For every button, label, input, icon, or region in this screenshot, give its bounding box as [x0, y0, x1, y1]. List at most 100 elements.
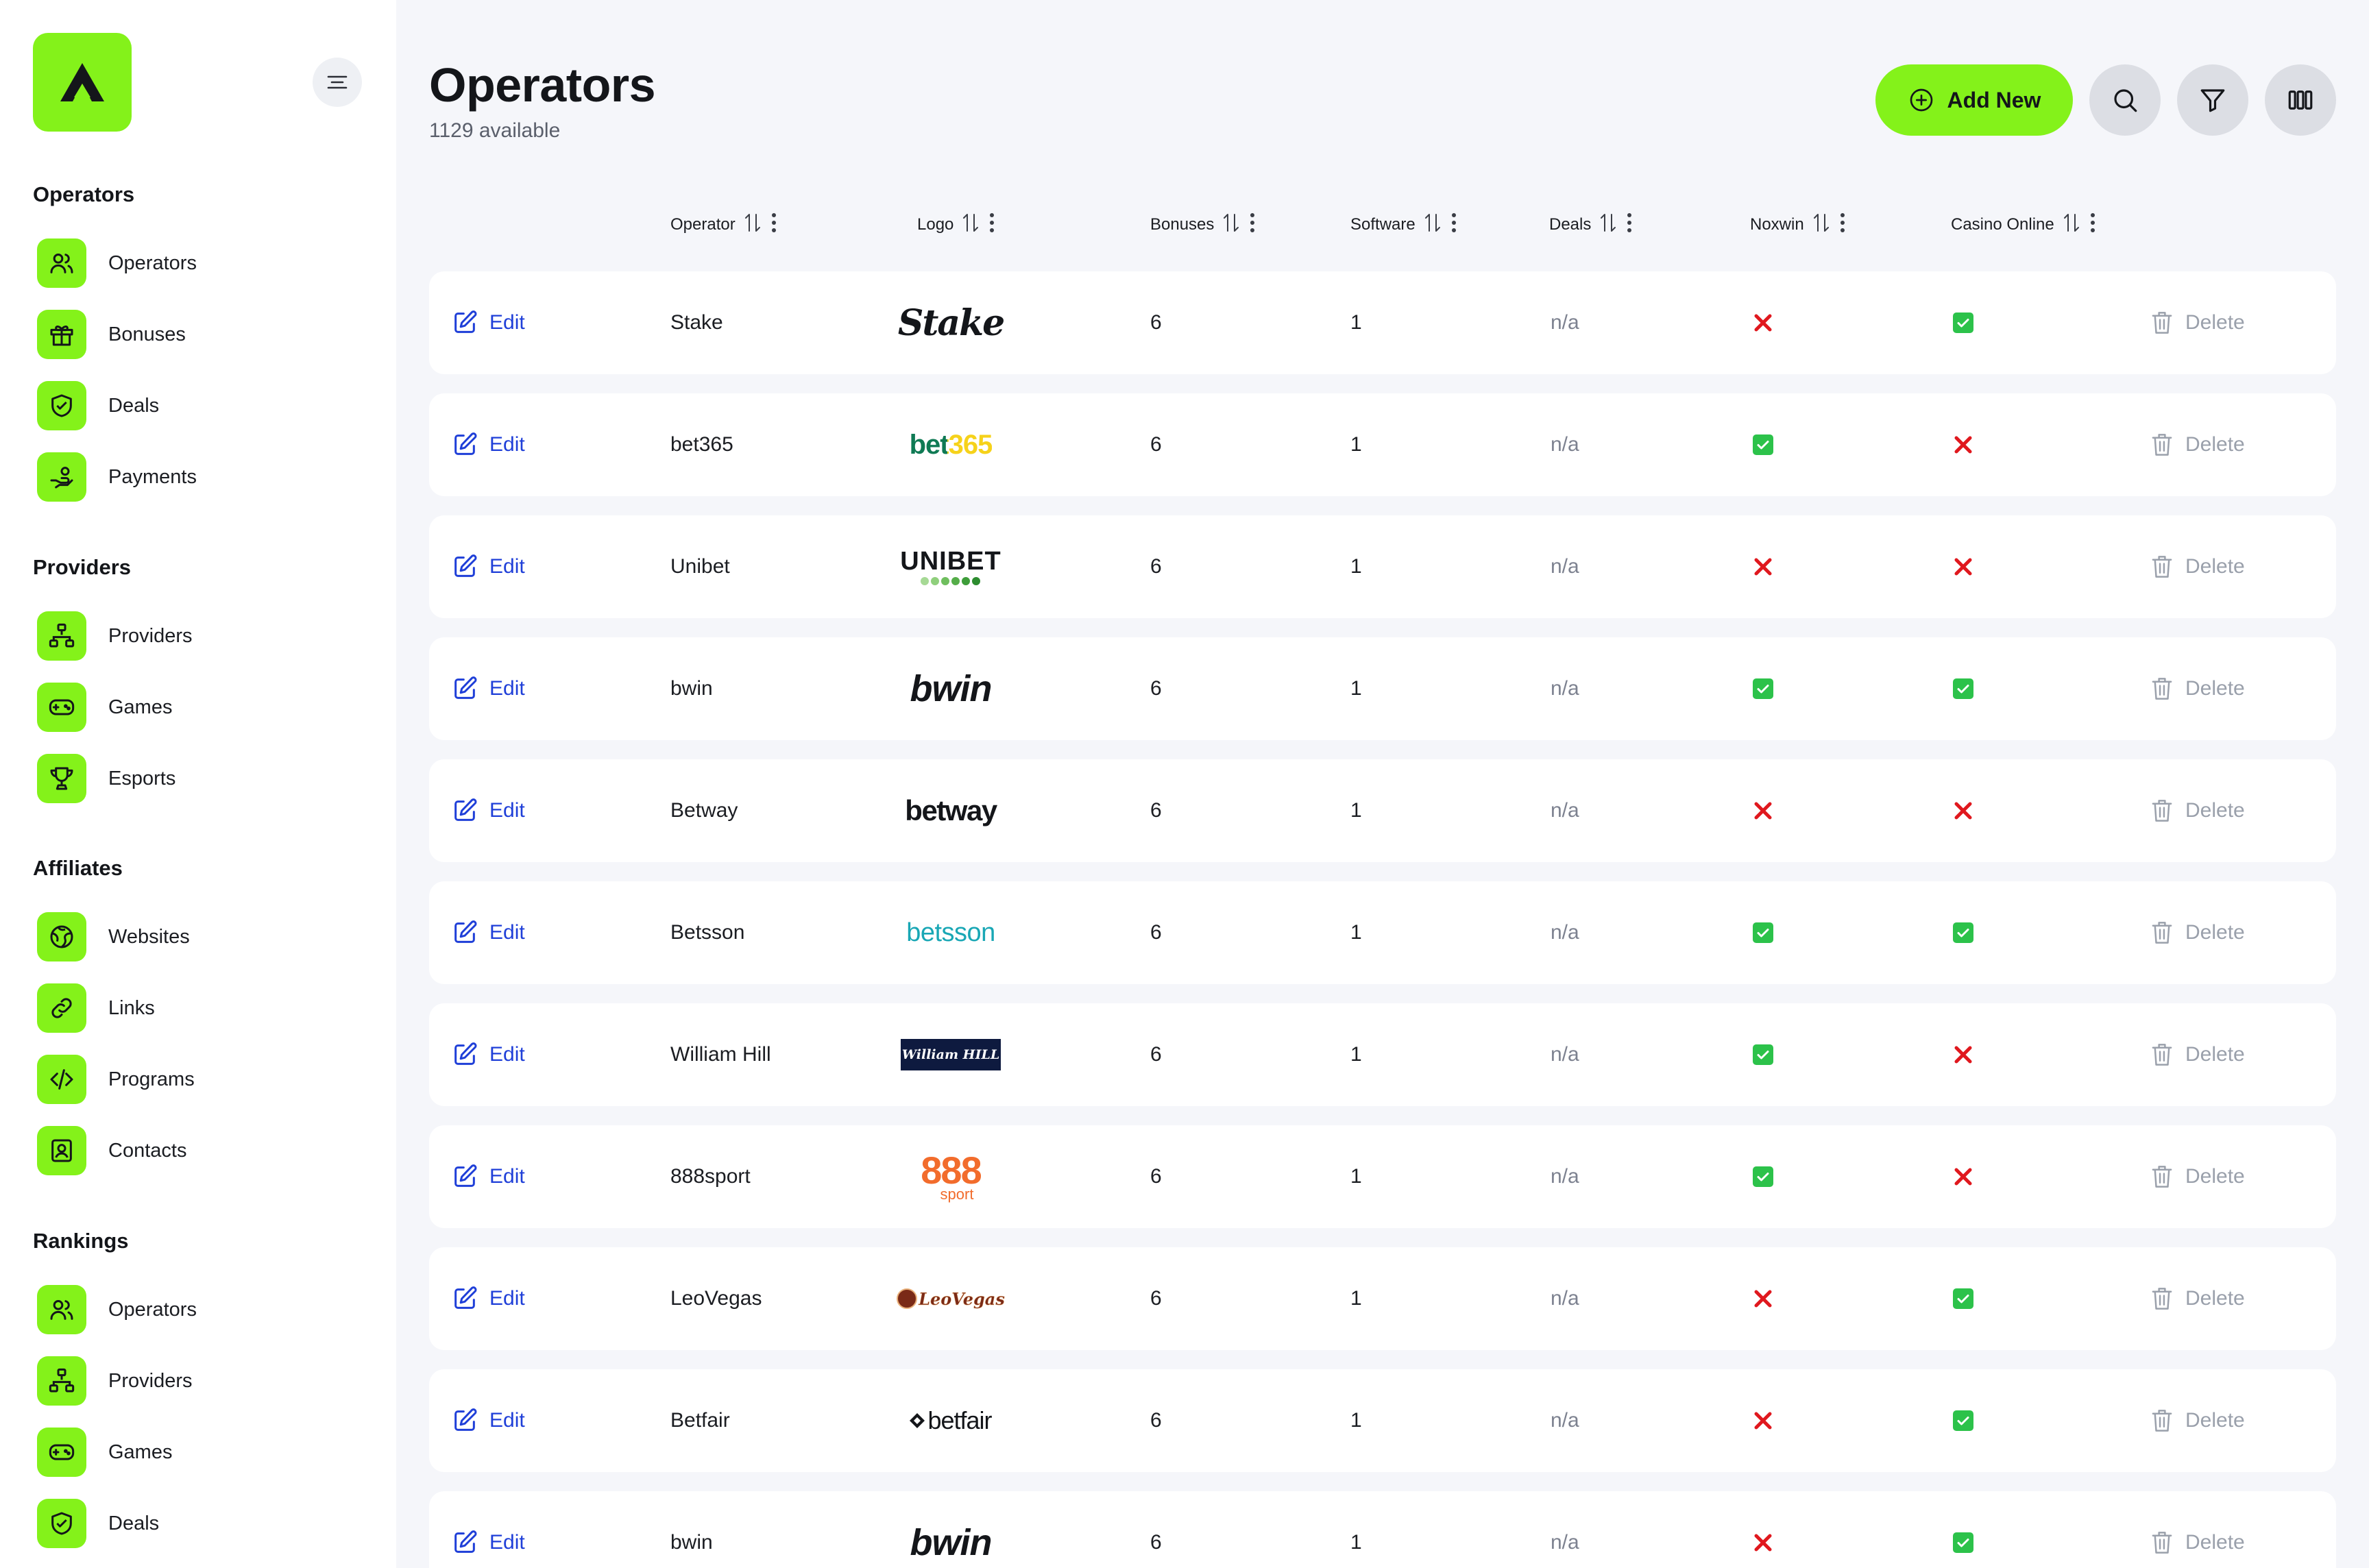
sidebar-item-rankings-deals[interactable]: Deals — [33, 1488, 376, 1559]
edit-button[interactable]: Edit — [451, 1247, 525, 1350]
sort-icon[interactable] — [1599, 212, 1617, 238]
delete-label: Delete — [2185, 677, 2245, 700]
edit-label: Edit — [489, 555, 525, 578]
trash-icon — [2152, 800, 2172, 822]
cross-icon — [1752, 1532, 1774, 1554]
delete-button[interactable]: Delete — [2150, 637, 2245, 740]
filter-button[interactable] — [2177, 64, 2248, 136]
operator-name: bet365 — [670, 433, 733, 456]
sort-icon[interactable] — [2063, 212, 2080, 238]
check-icon — [1953, 1532, 1973, 1553]
casino-online-status — [1949, 1003, 1977, 1106]
column-menu-icon[interactable] — [2090, 212, 2095, 238]
sidebar-item-contacts[interactable]: Contacts — [33, 1115, 376, 1186]
brand-logo[interactable] — [33, 33, 132, 132]
sort-icon[interactable] — [1222, 212, 1240, 238]
edit-button[interactable]: Edit — [451, 515, 525, 618]
columns-button[interactable] — [2265, 64, 2336, 136]
sidebar-item-rankings-games[interactable]: Games — [33, 1417, 376, 1488]
column-menu-icon[interactable] — [771, 212, 777, 238]
sort-icon[interactable] — [1812, 212, 1830, 238]
delete-button[interactable]: Delete — [2150, 393, 2245, 496]
bonuses-count: 6 — [1150, 1165, 1162, 1188]
casino-online-status — [1949, 1247, 1977, 1350]
sidebar-item-programs[interactable]: Programs — [33, 1044, 376, 1115]
delete-button[interactable]: Delete — [2150, 1125, 2245, 1228]
edit-icon — [454, 432, 477, 455]
trash-icon — [2152, 1044, 2172, 1066]
delete-button[interactable]: Delete — [2150, 881, 2245, 984]
delete-button[interactable]: Delete — [2150, 1369, 2245, 1472]
operator-name: LeoVegas — [670, 1287, 762, 1310]
column-menu-icon[interactable] — [1840, 212, 1845, 238]
column-menu-icon[interactable] — [1627, 212, 1632, 238]
noxwin-status — [1749, 759, 1777, 862]
edit-button[interactable]: Edit — [451, 271, 525, 374]
sidebar-item-rankings-operators[interactable]: Operators — [33, 1274, 376, 1345]
sidebar-item-providers[interactable]: Providers — [33, 600, 376, 672]
sidebar-item-bonuses[interactable]: Bonuses — [33, 299, 376, 370]
table-row: Edit bwin bwin 6 1 n/a Delete — [429, 1491, 2336, 1568]
delete-button[interactable]: Delete — [2150, 759, 2245, 862]
delete-label: Delete — [2185, 1043, 2245, 1066]
operator-name: William Hill — [670, 1043, 771, 1066]
table-row: Edit bet365 bet365 6 1 n/a Delete — [429, 393, 2336, 496]
add-new-button[interactable]: Add New — [1875, 64, 2073, 136]
sidebar-item-rankings-providers[interactable]: Providers — [33, 1345, 376, 1417]
sidebar-item-links[interactable]: Links — [33, 972, 376, 1044]
bonuses-count: 6 — [1150, 433, 1162, 456]
sidebar-item-label: Deals — [108, 1512, 160, 1534]
sidebar-item-label: Websites — [108, 925, 190, 948]
delete-button[interactable]: Delete — [2150, 271, 2245, 374]
sidebar-item-deals[interactable]: Deals — [33, 370, 376, 441]
sort-icon[interactable] — [962, 212, 980, 238]
edit-button[interactable]: Edit — [451, 1491, 525, 1568]
handshake-icon — [37, 1499, 86, 1548]
sidebar-item-websites[interactable]: Websites — [33, 901, 376, 972]
sidebar-item-games[interactable]: Games — [33, 672, 376, 743]
brand-mark-icon — [60, 63, 104, 101]
search-button[interactable] — [2089, 64, 2161, 136]
table-row: Edit Betway betway 6 1 n/a Delete — [429, 759, 2336, 862]
sidebar-item-payments[interactable]: Payments — [33, 441, 376, 513]
delete-button[interactable]: Delete — [2150, 1491, 2245, 1568]
edit-button[interactable]: Edit — [451, 881, 525, 984]
software-count: 1 — [1350, 1287, 1362, 1310]
casino-online-status — [1949, 1125, 1977, 1228]
noxwin-status — [1749, 515, 1777, 618]
delete-button[interactable]: Delete — [2150, 1003, 2245, 1106]
logo-text: 888 — [921, 1149, 982, 1192]
menu-toggle-button[interactable] — [313, 58, 362, 107]
edit-button[interactable]: Edit — [451, 637, 525, 740]
edit-icon — [454, 1042, 477, 1065]
delete-label: Delete — [2185, 1287, 2245, 1310]
edit-icon — [454, 1286, 477, 1309]
edit-button[interactable]: Edit — [451, 1125, 525, 1228]
logo-text: LeoVegas — [919, 1288, 1005, 1309]
edit-icon — [454, 1408, 477, 1431]
column-menu-icon[interactable] — [989, 212, 995, 238]
sidebar-item-esports[interactable]: Esports — [33, 743, 376, 814]
software-count: 1 — [1350, 677, 1362, 700]
column-header: Casino Online — [1951, 206, 2095, 244]
column-header: Logo — [917, 206, 995, 244]
logo-text: UNIBET — [900, 547, 1001, 576]
column-menu-icon[interactable] — [1250, 212, 1255, 238]
logo-text: Stake — [897, 302, 1005, 344]
edit-button[interactable]: Edit — [451, 759, 525, 862]
delete-button[interactable]: Delete — [2150, 1247, 2245, 1350]
edit-button[interactable]: Edit — [451, 1369, 525, 1472]
deals-value: n/a — [1551, 1287, 1579, 1310]
code-icon — [37, 1055, 86, 1104]
sort-icon[interactable] — [1424, 212, 1442, 238]
delete-button[interactable]: Delete — [2150, 515, 2245, 618]
operator-name: Betway — [670, 799, 738, 822]
sort-icon[interactable] — [744, 212, 762, 238]
deals-value: n/a — [1551, 1043, 1579, 1066]
edit-button[interactable]: Edit — [451, 393, 525, 496]
delete-label: Delete — [2185, 1531, 2245, 1554]
column-menu-icon[interactable] — [1451, 212, 1457, 238]
edit-button[interactable]: Edit — [451, 1003, 525, 1106]
column-header-label: Operator — [670, 215, 736, 234]
casino-online-status — [1949, 515, 1977, 618]
